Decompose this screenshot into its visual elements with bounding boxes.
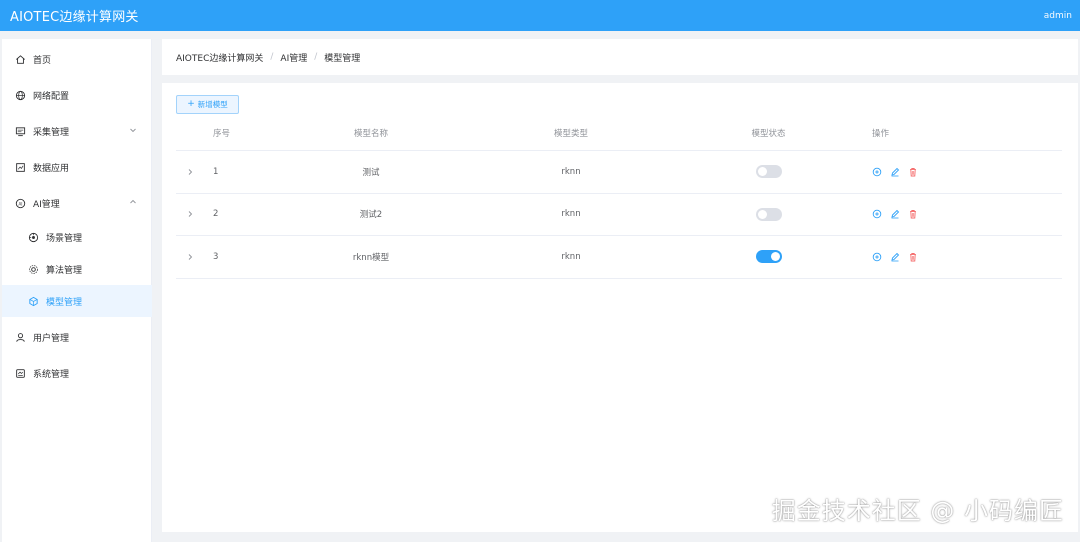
user-icon (14, 331, 26, 343)
scene-icon (27, 231, 39, 243)
system-icon (14, 367, 26, 379)
column-header-actions: 操作 (872, 128, 890, 139)
model-status-switch[interactable] (755, 165, 782, 179)
model-icon (27, 295, 39, 307)
sidebar-item-label: 数据应用 (33, 163, 70, 174)
sidebar-item-label: 模型管理 (46, 297, 83, 308)
edit-icon[interactable] (890, 209, 900, 219)
table-row: 2 测试2 rknn (176, 194, 1062, 236)
delete-icon[interactable] (908, 167, 918, 177)
row-type: rknn (561, 166, 581, 177)
row-type: rknn (561, 209, 581, 220)
column-header-type: 模型类型 (553, 128, 588, 139)
chevron-down-icon (128, 125, 138, 135)
column-header-no: 序号 (213, 128, 231, 139)
edit-icon[interactable] (890, 167, 900, 177)
algorithm-icon (27, 263, 39, 275)
edit-icon[interactable] (890, 252, 900, 262)
row-name: 测试2 (359, 210, 383, 221)
delete-icon[interactable] (908, 252, 918, 262)
content-panel: + 新增模型 序号 模型名称 模型类型 模型状态 操作 1 测试 rknn 2 … (162, 83, 1078, 532)
sidebar-item-data-app[interactable]: 数据应用 (2, 151, 152, 183)
row-no: 3 (213, 251, 219, 262)
sidebar-item-ai[interactable]: AI AI管理 (2, 187, 152, 219)
sidebar-item-system[interactable]: 系统管理 (2, 357, 152, 389)
row-no: 2 (213, 209, 219, 220)
chevron-up-icon (128, 197, 138, 207)
sidebar-item-label: 系统管理 (33, 369, 70, 380)
sidebar-item-model[interactable]: 模型管理 (2, 285, 152, 317)
plus-icon: + (187, 99, 195, 109)
expand-row-icon[interactable] (186, 253, 194, 261)
home-icon (14, 53, 26, 65)
sidebar-item-users[interactable]: 用户管理 (2, 321, 152, 353)
row-no: 1 (213, 166, 219, 177)
sidebar-item-algorithm[interactable]: 算法管理 (2, 253, 152, 285)
sidebar-item-scene[interactable]: 场景管理 (2, 221, 152, 253)
monitor-icon (14, 125, 26, 137)
sidebar-item-label: 采集管理 (33, 127, 70, 138)
globe-icon (14, 89, 26, 101)
switch-knob (757, 209, 767, 219)
svg-text:AI: AI (18, 201, 22, 206)
app-title: AIOTEC边缘计算网关 (10, 10, 139, 25)
sidebar-item-label: 用户管理 (33, 333, 70, 344)
ai-icon: AI (14, 197, 26, 209)
expand-row-icon[interactable] (186, 210, 194, 218)
breadcrumb-item-current: 模型管理 (324, 53, 361, 64)
detail-icon[interactable] (872, 209, 882, 219)
sidebar-item-label: AI管理 (33, 199, 60, 210)
switch-knob (757, 167, 767, 177)
table-row: 1 测试 rknn (176, 151, 1062, 194)
sidebar-item-label: 场景管理 (46, 233, 83, 244)
table-row: 3 rknn模型 rknn (176, 236, 1062, 279)
breadcrumb-separator: / (314, 52, 318, 62)
model-status-switch[interactable] (755, 250, 782, 264)
breadcrumb-separator: / (270, 52, 274, 62)
detail-icon[interactable] (872, 167, 882, 177)
sidebar-item-label: 算法管理 (46, 265, 83, 276)
row-name: 测试 (362, 167, 380, 178)
column-header-name: 模型名称 (353, 128, 388, 139)
breadcrumb-item-root[interactable]: AIOTEC边缘计算网关 (176, 51, 263, 64)
detail-icon[interactable] (872, 252, 882, 262)
add-model-label: 新增模型 (197, 100, 228, 109)
row-type: rknn (561, 251, 581, 262)
sidebar-item-network[interactable]: 网络配置 (2, 79, 152, 111)
breadcrumb: AIOTEC边缘计算网关 / AI管理 / 模型管理 (162, 39, 1078, 75)
expand-row-icon[interactable] (186, 168, 194, 176)
switch-knob (770, 252, 780, 262)
data-app-icon (14, 161, 26, 173)
delete-icon[interactable] (908, 209, 918, 219)
top-bar: AIOTEC边缘计算网关 admin (0, 0, 1080, 31)
watermark: 掘金技术社区 @ 小码编匠 (771, 497, 1064, 525)
model-status-switch[interactable] (755, 207, 782, 221)
user-menu[interactable]: admin (1044, 11, 1072, 21)
row-name: rknn模型 (352, 252, 390, 263)
sidebar-item-home[interactable]: 首页 (2, 43, 152, 75)
table-header: 序号 模型名称 模型类型 模型状态 操作 (176, 115, 1062, 151)
add-model-button[interactable]: + 新增模型 (176, 95, 239, 114)
column-header-status: 模型状态 (751, 128, 786, 139)
sidebar-item-label: 网络配置 (33, 91, 70, 102)
sidebar-item-label: 首页 (33, 55, 52, 66)
breadcrumb-item-ai[interactable]: AI管理 (280, 51, 307, 64)
model-table: 序号 模型名称 模型类型 模型状态 操作 1 测试 rknn 2 测试2 rkn… (176, 115, 1062, 279)
sidebar: 首页 网络配置 采集管理 数据应用 AI AI管理 场景管理 算法管理 模型管理… (2, 39, 152, 542)
sidebar-item-collection[interactable]: 采集管理 (2, 115, 152, 147)
